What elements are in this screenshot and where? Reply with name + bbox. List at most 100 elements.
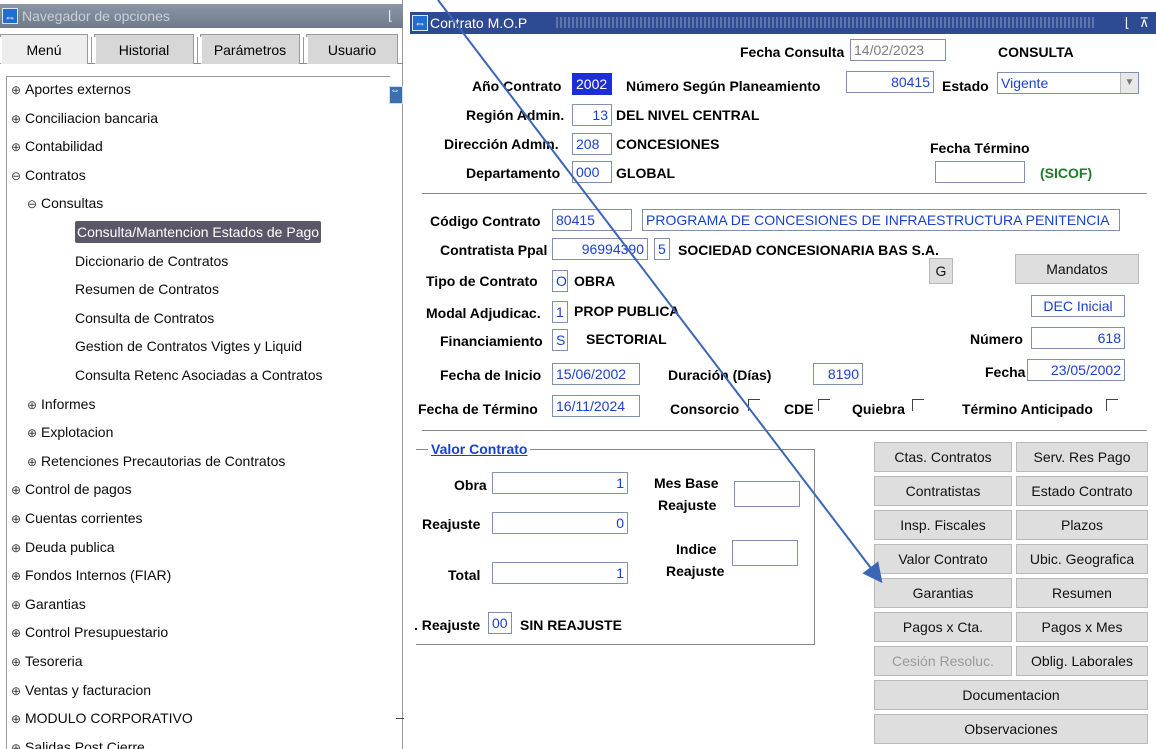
expand-icon[interactable]: ⊕ [11,479,25,501]
tree-item[interactable]: ⊕ Retenciones Precautorias de Contratos [27,450,285,472]
estado-contrato-button[interactable]: Estado Contrato [1016,476,1148,506]
expand-icon[interactable]: ⊕ [11,79,25,101]
contratista-dv-field[interactable]: 5 [654,238,670,260]
tree-item[interactable]: ⊕ Salidas Post Cierre [11,736,145,749]
expand-icon[interactable]: ⊕ [11,622,25,644]
tree-item[interactable]: ⊕ Explotacion [27,421,113,443]
tree-item[interactable]: ⊕ Control de pagos [11,478,132,500]
obra-field[interactable]: 1 [492,472,628,494]
region-code-field[interactable]: 13 [572,104,612,126]
insp-fiscales-button[interactable]: Insp. Fiscales [874,510,1012,540]
tree-item[interactable]: Gestion de Contratos Vigtes y Liquid [75,335,302,357]
contratistas-button[interactable]: Contratistas [874,476,1012,506]
tree-item[interactable]: Consulta Retenc Asociadas a Contratos [75,364,322,386]
collapse-icon[interactable]: ⊖ [27,193,41,215]
fecha-inicio-field[interactable]: 15/06/2002 [552,363,640,385]
tree-item[interactable]: ⊕ Control Presupuestario [11,621,168,643]
app-icon [412,12,428,34]
tipo-contrato-code-field[interactable]: O [552,270,568,292]
tree-item[interactable]: ⊕ Fondos Internos (FIAR) [11,564,171,586]
tree-item[interactable]: ⊕ Aportes externos [11,78,131,100]
plazos-button[interactable]: Plazos [1016,510,1148,540]
expand-icon[interactable]: ⊕ [11,594,25,616]
expand-icon[interactable]: ⊕ [11,537,25,559]
estado-select[interactable]: Vigente ▼ [997,72,1139,94]
tab-parametros[interactable]: Parámetros [197,34,300,64]
cesion-resoluc-button[interactable]: Cesión Resoluc. [874,646,1012,676]
mandatos-button[interactable]: Mandatos [1015,254,1139,284]
chevron-down-icon[interactable]: ▼ [1120,73,1138,93]
fecha-field[interactable]: 23/05/2002 [1027,359,1125,381]
expand-icon[interactable]: ⊕ [27,394,41,416]
expand-icon[interactable]: ⊕ [11,651,25,673]
pagos-x-cta-button[interactable]: Pagos x Cta. [874,612,1012,642]
collapse-icon[interactable]: ⊖ [11,165,25,187]
tipo-reajuste-code-field[interactable]: 00 [488,612,512,634]
tree-item[interactable]: Diccionario de Contratos [75,250,228,272]
fecha-termino-sicof-field[interactable] [935,161,1025,183]
termino-anticipado-checkbox[interactable] [1106,399,1118,411]
tab-historial[interactable]: Historial [91,34,194,64]
expand-icon[interactable]: ⊕ [11,680,25,702]
expand-icon[interactable]: ⊕ [11,737,25,749]
total-field[interactable]: 1 [492,562,628,584]
expand-icon[interactable]: ⊕ [11,508,25,530]
tree-item[interactable]: ⊖ Consultas [27,192,103,214]
navigator-toggle-icon[interactable] [389,85,403,104]
contratista-rut-field[interactable]: 96994390 [552,238,648,260]
g-button[interactable]: G [929,258,953,284]
garantias-button[interactable]: Garantias [874,578,1012,608]
tree-item[interactable]: Resumen de Contratos [75,278,219,300]
mes-base-field[interactable] [734,481,800,507]
cde-checkbox[interactable] [818,399,830,411]
ctas-contratos-button[interactable]: Ctas. Contratos [874,442,1012,472]
tab-usuario[interactable]: Usuario [303,34,398,64]
valor-contrato-button[interactable]: Valor Contrato [874,544,1012,574]
duracion-field[interactable]: 8190 [813,363,863,385]
serv-res-pago-button[interactable]: Serv. Res Pago [1016,442,1148,472]
pagos-x-mes-button[interactable]: Pagos x Mes [1016,612,1148,642]
codigo-descripcion-field[interactable]: PROGRAMA DE CONCESIONES DE INFRAESTRUCTU… [642,209,1120,231]
reajuste-field[interactable]: 0 [492,512,628,534]
dec-inicial-field[interactable]: DEC Inicial [1031,295,1125,317]
tree-item[interactable]: ⊕ Garantias [11,593,86,615]
departamento-code-field[interactable]: 000 [572,161,612,183]
tree-item[interactable]: ⊕ Informes [27,393,95,415]
tree-item[interactable]: Consulta de Contratos [75,307,214,329]
tree-item[interactable]: ⊕ Deuda publica [11,536,115,558]
anio-contrato-field[interactable]: 2002 [572,73,612,95]
minimize-icon[interactable]: ⌊ [388,4,393,28]
direccion-code-field[interactable]: 208 [572,133,612,155]
tree-item[interactable]: ⊕ Ventas y facturacion [11,679,151,701]
expand-icon[interactable]: ⊕ [11,108,25,130]
numero-field[interactable]: 618 [1031,327,1125,349]
codigo-contrato-field[interactable]: 80415 [552,209,632,231]
tree-item[interactable]: ⊕ Cuentas corrientes [11,507,143,529]
tree-item[interactable]: ⊕ Conciliacion bancaria [11,107,158,129]
indice-reajuste-field[interactable] [732,540,798,566]
resumen-button[interactable]: Resumen [1016,578,1148,608]
window-controls-icon[interactable]: ⌊ ⊼ [1125,12,1152,34]
expand-icon[interactable]: ⊕ [11,708,25,730]
tree-item[interactable]: Consulta/Mantencion Estados de Pago [75,221,322,243]
oblig-laborales-button[interactable]: Oblig. Laborales [1016,646,1148,676]
expand-icon[interactable]: ⊕ [11,565,25,587]
ubic-geografica-button[interactable]: Ubic. Geografica [1016,544,1148,574]
fecha-consulta-field[interactable]: 14/02/2023 [850,39,946,61]
tab-menu[interactable]: Menú [0,34,88,64]
documentacion-button[interactable]: Documentacion [874,680,1148,710]
tree-item[interactable]: ⊕ MODULO CORPORATIVO [11,707,193,729]
expand-icon[interactable]: ⊕ [11,136,25,158]
expand-icon[interactable]: ⊕ [27,422,41,444]
numero-planeamiento-field[interactable]: 80415 [846,71,934,93]
tree-item[interactable]: ⊕ Contabilidad [11,135,103,157]
financiamiento-code-field[interactable]: S [552,329,568,351]
quiebra-checkbox[interactable] [912,399,924,411]
expand-icon[interactable]: ⊕ [27,451,41,473]
tree-item[interactable]: ⊕ Tesoreria [11,650,83,672]
consorcio-checkbox[interactable] [748,399,760,411]
modal-adjudicac-code-field[interactable]: 1 [552,301,568,323]
observaciones-button[interactable]: Observaciones [874,714,1148,744]
tree-item[interactable]: ⊖ Contratos [11,164,86,186]
fecha-termino2-field[interactable]: 16/11/2024 [552,395,640,417]
